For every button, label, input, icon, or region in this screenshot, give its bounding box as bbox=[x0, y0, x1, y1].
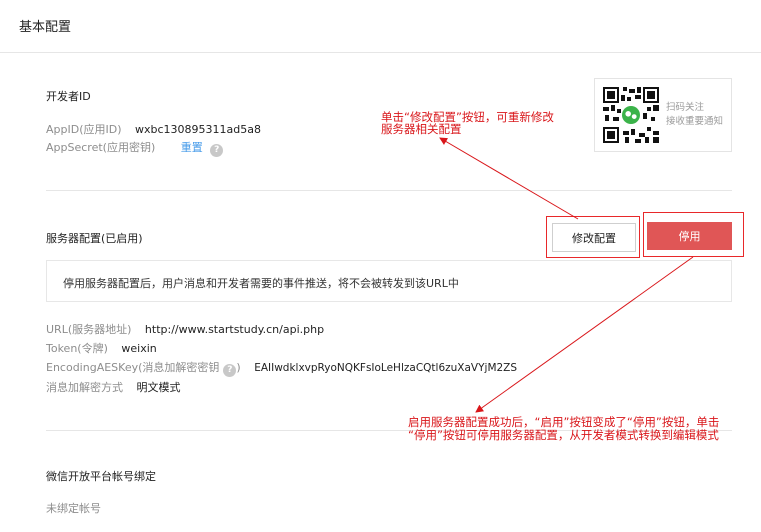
appid-value: wxbc130895311ad5a8 bbox=[135, 123, 261, 136]
stop-config-button[interactable]: 停用 bbox=[647, 222, 732, 250]
appid-label: AppID(应用ID) bbox=[46, 123, 122, 136]
encrypt-mode-label: 消息加解密方式 bbox=[46, 381, 123, 394]
qr-caption-line1: 扫码关注 bbox=[666, 102, 705, 113]
qr-caption: 扫码关注 接收重要通知 bbox=[666, 101, 723, 129]
encrypt-mode-value: 明文模式 bbox=[136, 381, 181, 394]
reset-secret-link[interactable]: 重置 bbox=[181, 141, 203, 154]
aes-value: EAIIwdklxvpRyoNQKFsIoLeHlzaCQtl6zuXaVYjM… bbox=[254, 362, 518, 374]
developer-section-title: 开发者ID bbox=[46, 90, 91, 103]
appsecret-row: AppSecret(应用密钥) 重置 ? bbox=[46, 139, 224, 157]
qr-caption-line2: 接收重要通知 bbox=[666, 116, 724, 127]
appsecret-label: AppSecret(应用密钥) bbox=[46, 141, 156, 154]
appid-row: AppID(应用ID) wxbc130895311ad5a8 bbox=[46, 121, 261, 137]
server-section-title: 服务器配置(已启用) bbox=[46, 232, 143, 245]
divider-1 bbox=[46, 190, 732, 191]
annotation-top: 单击“修改配置”按钮，可重新修改 服务器相关配置 bbox=[381, 111, 554, 135]
edit-config-button[interactable]: 修改配置 bbox=[552, 223, 636, 252]
qr-follow-box: 扫码关注 接收重要通知 bbox=[594, 78, 732, 152]
aes-label: EncodingAESKey(消息加解密密钥 bbox=[46, 361, 220, 374]
stop-notice: 停用服务器配置后，用户消息和开发者需要的事件推送，将不会被转发到该URL中 bbox=[46, 260, 732, 302]
top-bar: 基本配置 bbox=[0, 0, 761, 53]
annotation-top-line2: 服务器相关配置 bbox=[381, 122, 462, 136]
token-value: weixin bbox=[121, 342, 157, 355]
help-icon[interactable]: ? bbox=[210, 144, 224, 157]
annotation-bottom-line2: “停用”按钮可停用服务器配置，从开发者模式转换到编辑模式 bbox=[408, 428, 719, 442]
token-label: Token(令牌) bbox=[46, 342, 108, 355]
token-row: Token(令牌) weixin bbox=[46, 340, 157, 356]
bind-status: 未绑定帐号 bbox=[46, 502, 101, 515]
encrypt-mode-row: 消息加解密方式 明文模式 bbox=[46, 379, 181, 395]
url-label: URL(服务器地址) bbox=[46, 323, 132, 336]
aes-row: EncodingAESKey(消息加解密密钥?) EAIIwdklxvpRyoN… bbox=[46, 361, 518, 377]
annotation-bottom: 启用服务器配置成功后，“启用”按钮变成了“停用”按钮，单击 “停用”按钮可停用服… bbox=[408, 416, 719, 442]
qr-code-icon bbox=[603, 87, 659, 143]
help-icon[interactable]: ? bbox=[223, 364, 237, 377]
arrow-to-annotation-top bbox=[439, 137, 579, 220]
url-row: URL(服务器地址) http://www.startstudy.cn/api.… bbox=[46, 321, 324, 337]
open-platform-section-title: 微信开放平台帐号绑定 bbox=[46, 470, 156, 483]
url-value: http://www.startstudy.cn/api.php bbox=[144, 323, 325, 336]
page-title: 基本配置 bbox=[19, 20, 72, 35]
